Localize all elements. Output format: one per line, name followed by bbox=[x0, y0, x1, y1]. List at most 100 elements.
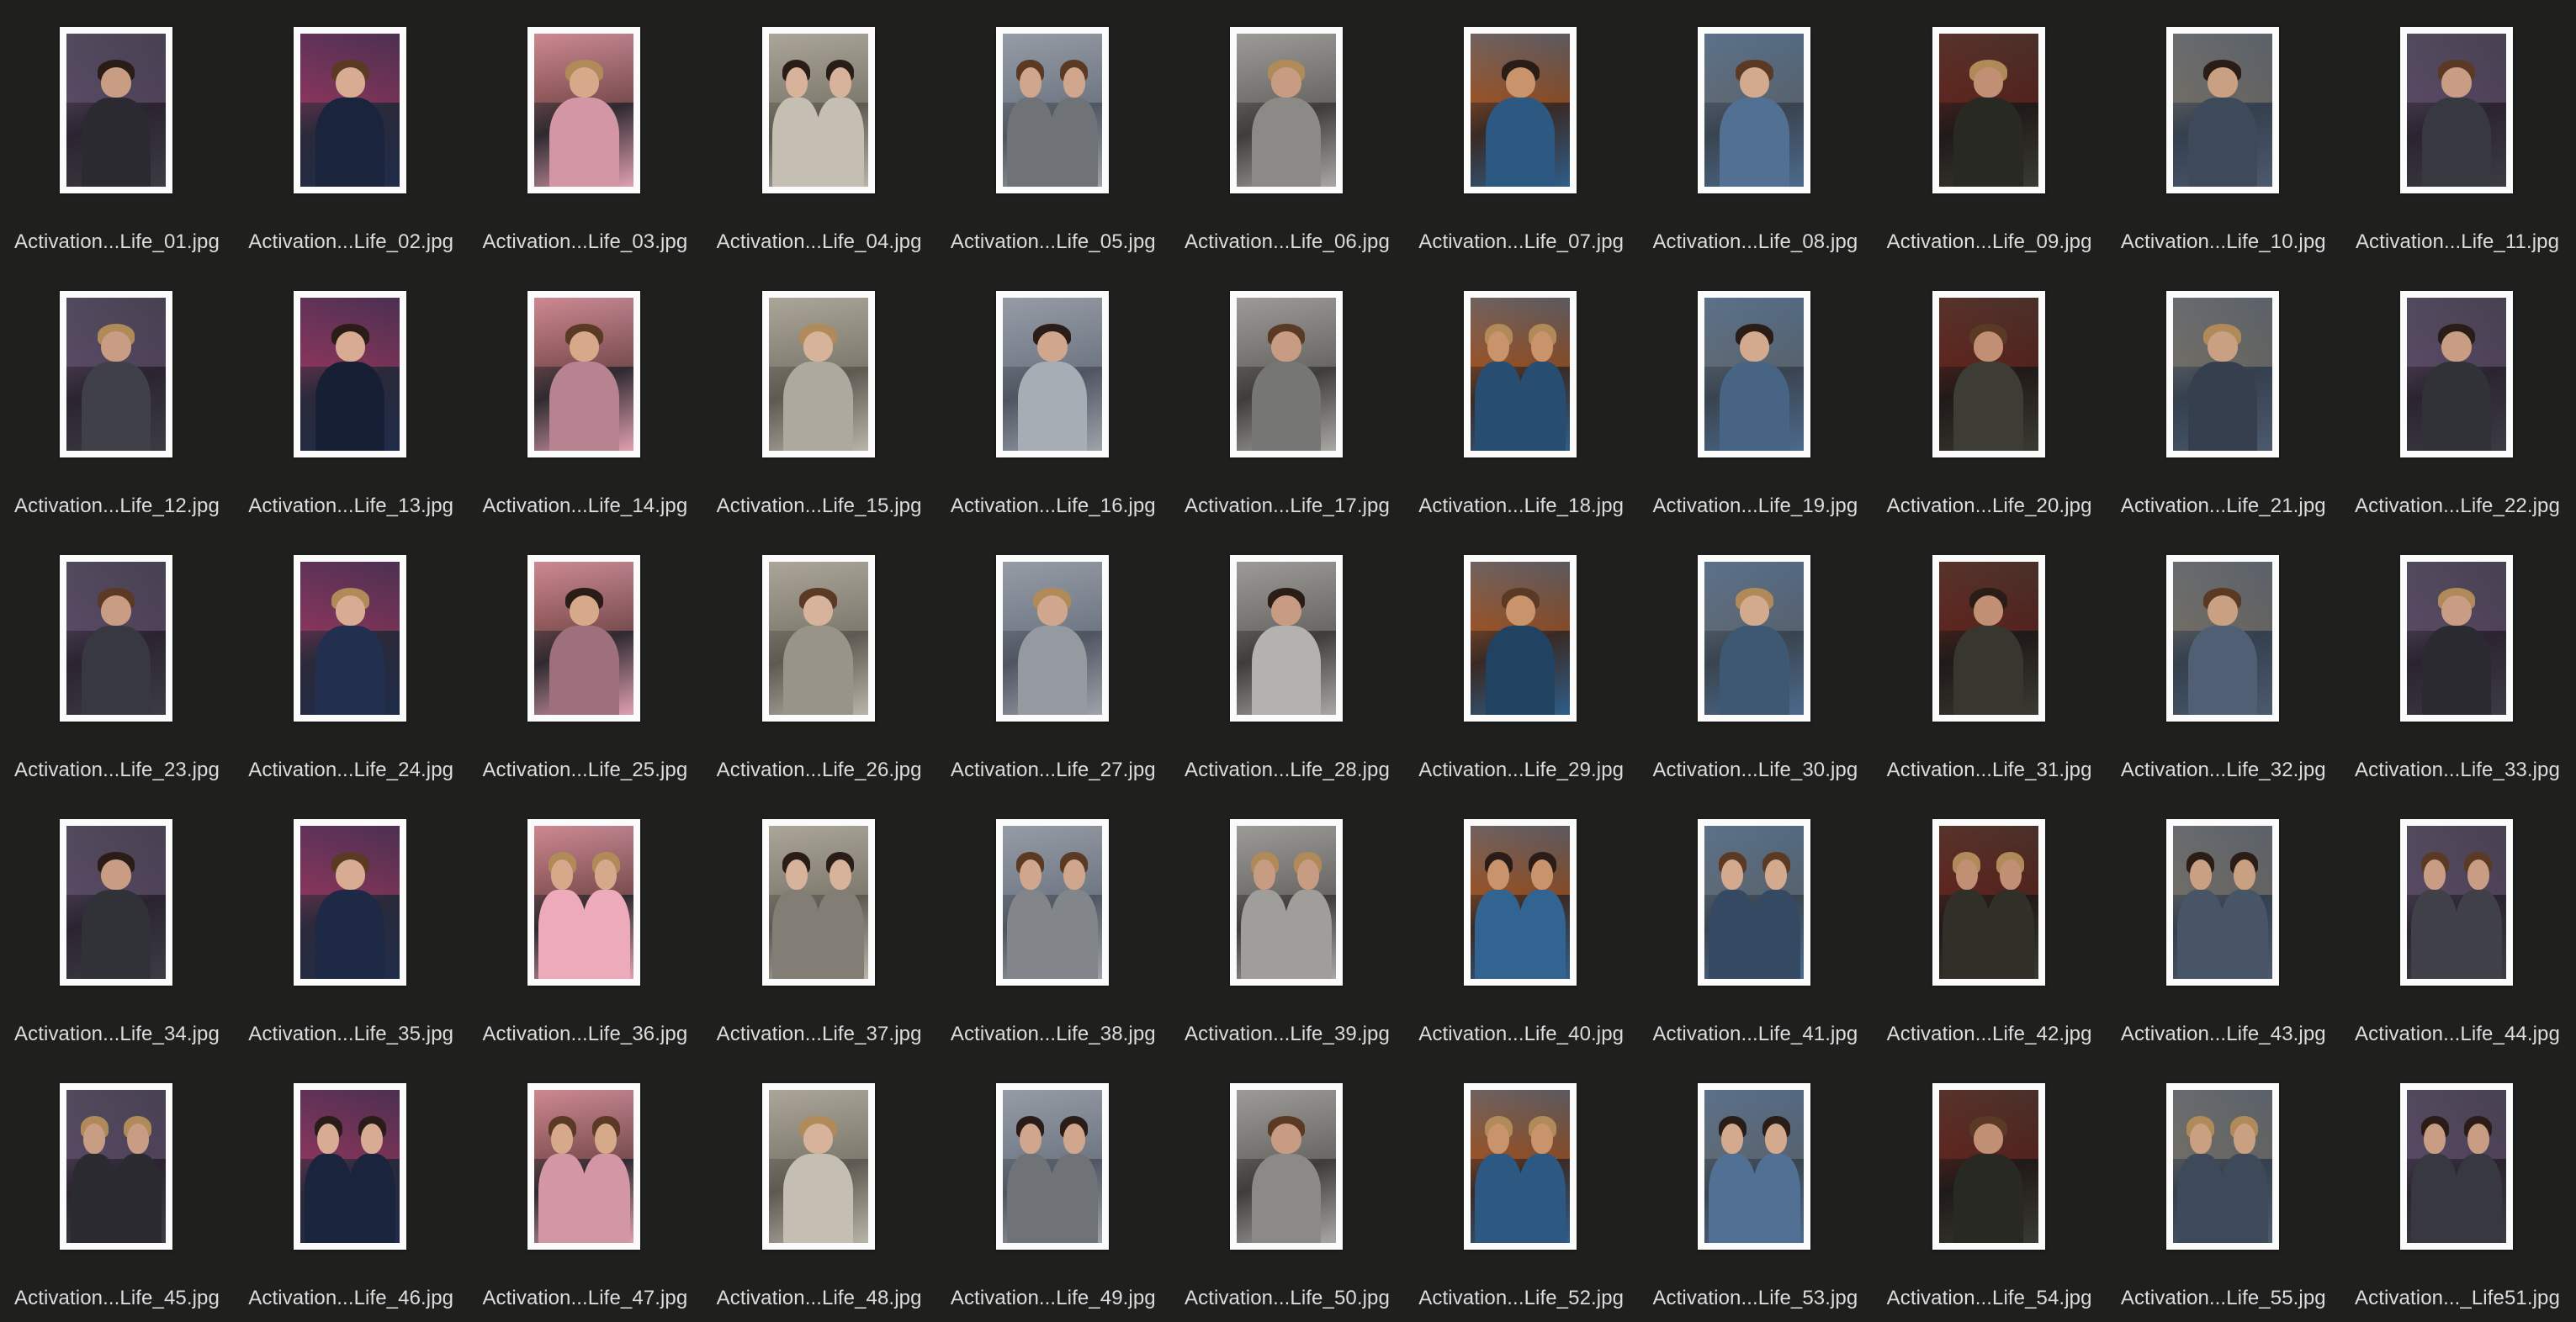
file-item[interactable]: Activation...Life_39.jpg bbox=[1170, 792, 1404, 1045]
portrait-woman-smile-thumbnail bbox=[761, 1083, 875, 1250]
person-figure bbox=[549, 98, 619, 187]
file-item[interactable]: Activation...Life_35.jpg bbox=[234, 792, 468, 1045]
file-item[interactable]: Activation...Life_31.jpg bbox=[1873, 528, 2107, 781]
file-name-label: Activation...Life_26.jpg bbox=[716, 759, 922, 781]
file-item[interactable]: Activation...Life_04.jpg bbox=[702, 0, 936, 253]
file-item[interactable]: Activation...Life_09.jpg bbox=[1873, 0, 2107, 253]
file-item[interactable]: Activation...Life_40.jpg bbox=[1404, 792, 1638, 1045]
person-face bbox=[126, 1124, 149, 1155]
portrait-family-thumbnail bbox=[60, 1083, 172, 1250]
photo-preview bbox=[2407, 826, 2506, 979]
file-item[interactable]: Activation...Life_43.jpg bbox=[2107, 792, 2340, 1045]
portrait-two-women-thumbnail bbox=[995, 819, 1109, 986]
file-item[interactable]: Activation...Life_24.jpg bbox=[234, 528, 468, 781]
file-item[interactable]: Activation...Life_46.jpg bbox=[234, 1056, 468, 1309]
person-face bbox=[2233, 1124, 2255, 1155]
file-item[interactable]: Activation...Life_55.jpg bbox=[2107, 1056, 2340, 1309]
person-figure bbox=[1251, 98, 1322, 187]
file-item[interactable]: Activation...Life_06.jpg bbox=[1170, 0, 1404, 253]
file-item[interactable]: Activation...Life_14.jpg bbox=[468, 264, 702, 517]
file-item[interactable]: Activation...Life_50.jpg bbox=[1170, 1056, 1404, 1309]
photo-preview bbox=[1002, 826, 1102, 979]
file-item[interactable]: Activation...Life_29.jpg bbox=[1404, 528, 1638, 781]
file-item[interactable]: Activation...Life_28.jpg bbox=[1170, 528, 1404, 781]
file-item[interactable]: Activation...Life_26.jpg bbox=[702, 528, 936, 781]
person-face bbox=[2233, 859, 2255, 891]
file-item[interactable]: Activation...Life_23.jpg bbox=[0, 528, 234, 781]
person-figure bbox=[1953, 1154, 2023, 1243]
file-item[interactable]: Activation...Life_37.jpg bbox=[702, 792, 936, 1045]
photo-preview bbox=[66, 298, 166, 451]
file-item[interactable]: Activation...Life_42.jpg bbox=[1873, 792, 2107, 1045]
file-name-label: Activation...Life_24.jpg bbox=[248, 759, 454, 781]
portrait-man-phone-thumbnail bbox=[995, 291, 1109, 457]
person-face bbox=[2208, 67, 2238, 98]
person-face bbox=[335, 331, 365, 362]
person-face bbox=[595, 859, 617, 891]
person-face bbox=[335, 595, 365, 627]
file-item[interactable]: Activation...Life_11.jpg bbox=[2340, 0, 2574, 253]
person-figure bbox=[1485, 626, 1556, 715]
photo-preview bbox=[1704, 562, 1805, 715]
file-item[interactable]: Activation...Life_49.jpg bbox=[936, 1056, 1170, 1309]
file-item[interactable]: Activation...Life_12.jpg bbox=[0, 264, 234, 517]
file-item[interactable]: Activation...Life_16.jpg bbox=[936, 264, 1170, 517]
file-item[interactable]: Activation...Life_48.jpg bbox=[702, 1056, 936, 1309]
file-name-label: Activation...Life_27.jpg bbox=[950, 759, 1156, 781]
person-face bbox=[2208, 595, 2238, 627]
person-figure bbox=[772, 890, 820, 979]
file-item[interactable]: Activation...Life_03.jpg bbox=[468, 0, 702, 253]
file-item[interactable]: Activation...Life_20.jpg bbox=[1873, 264, 2107, 517]
file-item[interactable]: Activation...Life_10.jpg bbox=[2107, 0, 2340, 253]
person-face bbox=[1721, 1124, 1744, 1155]
portrait-group-thumbnail bbox=[2165, 819, 2279, 986]
person-figure bbox=[2410, 1154, 2459, 1243]
file-item[interactable]: Activation...Life_32.jpg bbox=[2107, 528, 2340, 781]
file-item[interactable]: Activation...Life_02.jpg bbox=[234, 0, 468, 253]
file-item[interactable]: Activation...Life_25.jpg bbox=[468, 528, 702, 781]
file-item[interactable]: Activation...Life_07.jpg bbox=[1404, 0, 1638, 253]
file-item[interactable]: Activation...Life_34.jpg bbox=[0, 792, 234, 1045]
file-item[interactable]: Activation..._Life51.jpg bbox=[2340, 1056, 2574, 1309]
photo-preview bbox=[534, 826, 634, 979]
file-item[interactable]: Activation...Life_01.jpg bbox=[0, 0, 234, 253]
file-item[interactable]: Activation...Life_36.jpg bbox=[468, 792, 702, 1045]
file-name-label: Activation...Life_01.jpg bbox=[14, 230, 220, 253]
photo-preview bbox=[1471, 826, 1571, 979]
photo-preview bbox=[1938, 562, 2038, 715]
person-figure bbox=[2187, 362, 2258, 451]
photo-preview bbox=[66, 1090, 166, 1243]
file-item[interactable]: Activation...Life_21.jpg bbox=[2107, 264, 2340, 517]
person-face bbox=[2467, 1124, 2489, 1155]
person-face bbox=[1037, 331, 1068, 362]
file-item[interactable]: Activation...Life_44.jpg bbox=[2340, 792, 2574, 1045]
file-item[interactable]: Activation...Life_22.jpg bbox=[2340, 264, 2574, 517]
file-item[interactable]: Activation...Life_45.jpg bbox=[0, 1056, 234, 1309]
file-item[interactable]: Activation...Life_17.jpg bbox=[1170, 264, 1404, 517]
file-item[interactable]: Activation...Life_52.jpg bbox=[1404, 1056, 1638, 1309]
file-item[interactable]: Activation...Life_27.jpg bbox=[936, 528, 1170, 781]
person-figure bbox=[1017, 626, 1088, 715]
file-item[interactable]: Activation...Life_33.jpg bbox=[2340, 528, 2574, 781]
file-item[interactable]: Activation...Life_15.jpg bbox=[702, 264, 936, 517]
file-item[interactable]: Activation...Life_13.jpg bbox=[234, 264, 468, 517]
file-item[interactable]: Activation...Life_41.jpg bbox=[1638, 792, 1872, 1045]
person-face bbox=[551, 1124, 574, 1155]
file-name-label: Activation...Life_38.jpg bbox=[950, 1023, 1156, 1045]
person-figure bbox=[2220, 890, 2269, 979]
file-name-label: Activation...Life_13.jpg bbox=[248, 494, 454, 517]
file-item[interactable]: Activation...Life_08.jpg bbox=[1638, 0, 1872, 253]
file-item[interactable]: Activation...Life_38.jpg bbox=[936, 792, 1170, 1045]
person-figure bbox=[549, 362, 619, 451]
person-face bbox=[1037, 595, 1068, 627]
file-item[interactable]: Activation...Life_54.jpg bbox=[1873, 1056, 2107, 1309]
file-item[interactable]: Activation...Life_19.jpg bbox=[1638, 264, 1872, 517]
file-item[interactable]: Activation...Life_18.jpg bbox=[1404, 264, 1638, 517]
file-item[interactable]: Activation...Life_05.jpg bbox=[936, 0, 1170, 253]
file-name-label: Activation...Life_48.jpg bbox=[716, 1287, 922, 1309]
file-item[interactable]: Activation...Life_53.jpg bbox=[1638, 1056, 1872, 1309]
file-item[interactable]: Activation...Life_30.jpg bbox=[1638, 528, 1872, 781]
file-item[interactable]: Activation...Life_47.jpg bbox=[468, 1056, 702, 1309]
person-face bbox=[1739, 331, 1770, 362]
person-figure bbox=[2410, 890, 2459, 979]
